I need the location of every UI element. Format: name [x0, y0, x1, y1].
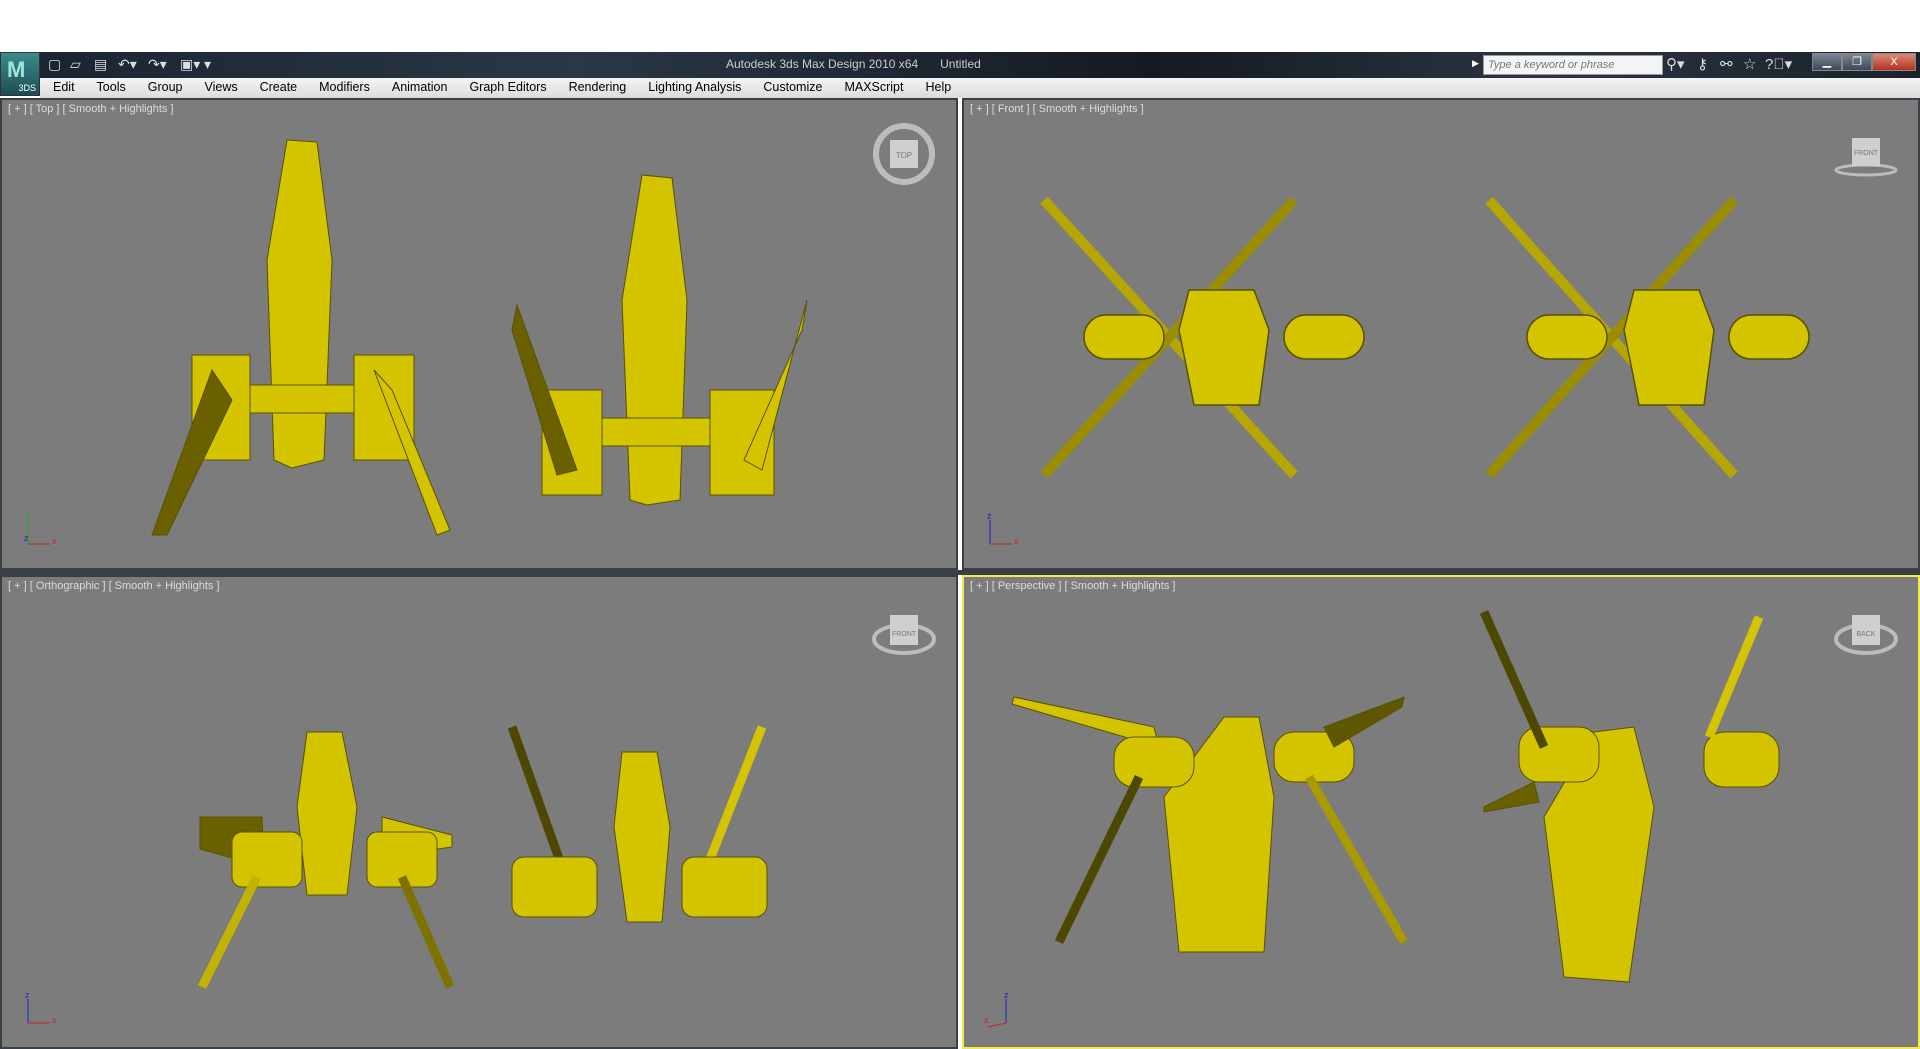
logo-label: 3DS: [18, 83, 36, 93]
ship-models[interactable]: [2, 577, 958, 1049]
axis-x: x: [984, 1015, 989, 1025]
minimize-button[interactable]: ▁: [1812, 53, 1842, 71]
ship-model: [511, 174, 808, 506]
ship-model: [1485, 196, 1810, 479]
viewcube[interactable]: FRONT: [872, 599, 936, 663]
close-button[interactable]: X: [1872, 53, 1916, 71]
window-controls: ▁ ❐ X: [1812, 53, 1916, 73]
axis-tripod: y z x: [22, 510, 62, 550]
key-icon[interactable]: ⚷: [1697, 55, 1708, 73]
communication-center-icon[interactable]: ⚯: [1720, 55, 1733, 73]
document-name: Untitled: [940, 57, 981, 71]
app-title: Autodesk 3ds Max Design 2010 x64: [726, 57, 919, 71]
menu-views[interactable]: Views: [191, 78, 246, 98]
menu-tools[interactable]: Tools: [84, 78, 135, 98]
axis-z: z: [1004, 990, 1009, 1000]
help-icon[interactable]: ?⃝▾: [1765, 55, 1792, 73]
project-folder-icon[interactable]: ▣▾: [180, 56, 200, 73]
redo-icon[interactable]: ↷▾: [148, 56, 167, 73]
ship-model: [1040, 196, 1365, 479]
viewport-top[interactable]: [ + ] [ Top ] [ Smooth + Highlights ] TO…: [0, 98, 958, 570]
ship-model: [507, 725, 768, 923]
maximize-button[interactable]: ❐: [1842, 53, 1872, 71]
viewcube[interactable]: BACK: [1834, 599, 1898, 663]
ship-models[interactable]: [964, 577, 1920, 1049]
undo-icon[interactable]: ↶▾: [118, 56, 137, 73]
ship-model: [1479, 610, 1780, 983]
favorites-star-icon[interactable]: ☆: [1743, 55, 1756, 73]
viewcube[interactable]: FRONT: [1834, 122, 1898, 186]
ship-model: [1011, 696, 1408, 953]
menu-create[interactable]: Create: [247, 78, 307, 98]
axis-z: z: [24, 533, 29, 543]
axis-tripod: zx: [984, 989, 1024, 1029]
binoculars-icon[interactable]: ⚲▾: [1666, 55, 1685, 73]
axis-tripod: zx: [22, 989, 62, 1029]
menu-help[interactable]: Help: [912, 78, 960, 98]
viewport-front[interactable]: [ + ] [ Front ] [ Smooth + Highlights ] …: [962, 98, 1920, 570]
axis-x: x: [1014, 536, 1019, 546]
app-menu-button[interactable]: M 3DS: [0, 52, 40, 96]
window-title: Autodesk 3ds Max Design 2010 x64 Untitled: [726, 57, 981, 71]
menu-animation[interactable]: Animation: [379, 78, 457, 98]
menu-rendering[interactable]: Rendering: [556, 78, 636, 98]
ship-model: [151, 139, 451, 536]
viewcube-label: FRONT: [892, 631, 917, 638]
ship-models[interactable]: [964, 100, 1920, 570]
axis-x: x: [52, 1015, 57, 1025]
menu-maxscript[interactable]: MAXScript: [831, 78, 912, 98]
axis-y: y: [25, 511, 30, 521]
axis-z: z: [987, 511, 992, 521]
menu-bar: Edit Tools Group Views Create Modifiers …: [40, 78, 1920, 98]
search-input[interactable]: Type a keyword or phrase: [1483, 55, 1663, 75]
ship-model: [197, 731, 455, 990]
menu-lighting-analysis[interactable]: Lighting Analysis: [635, 78, 750, 98]
customize-toolbar-icon[interactable]: ▾: [204, 56, 211, 73]
expand-search-icon[interactable]: ▶: [1472, 58, 1479, 69]
menu-customize[interactable]: Customize: [750, 78, 831, 98]
save-icon[interactable]: ▤: [94, 56, 107, 73]
axis-z: z: [25, 990, 30, 1000]
menu-graph-editors[interactable]: Graph Editors: [456, 78, 555, 98]
viewcube-label: BACK: [1856, 631, 1875, 638]
viewport-orthographic[interactable]: [ + ] [ Orthographic ] [ Smooth + Highli…: [0, 575, 958, 1049]
menu-group[interactable]: Group: [135, 78, 192, 98]
new-file-icon[interactable]: ▢: [48, 56, 61, 73]
open-file-icon[interactable]: ▱: [70, 56, 81, 73]
viewcube-label: FRONT: [1854, 150, 1879, 157]
menu-modifiers[interactable]: Modifiers: [306, 78, 379, 98]
viewport-perspective[interactable]: [ + ] [ Perspective ] [ Smooth + Highlig…: [962, 575, 1920, 1049]
viewcube-label: TOP: [896, 151, 912, 160]
axis-x: x: [52, 536, 57, 546]
axis-tripod: zx: [984, 510, 1024, 550]
menu-edit[interactable]: Edit: [40, 78, 84, 98]
ship-models[interactable]: [2, 100, 958, 570]
viewcube[interactable]: TOP: [872, 122, 936, 186]
